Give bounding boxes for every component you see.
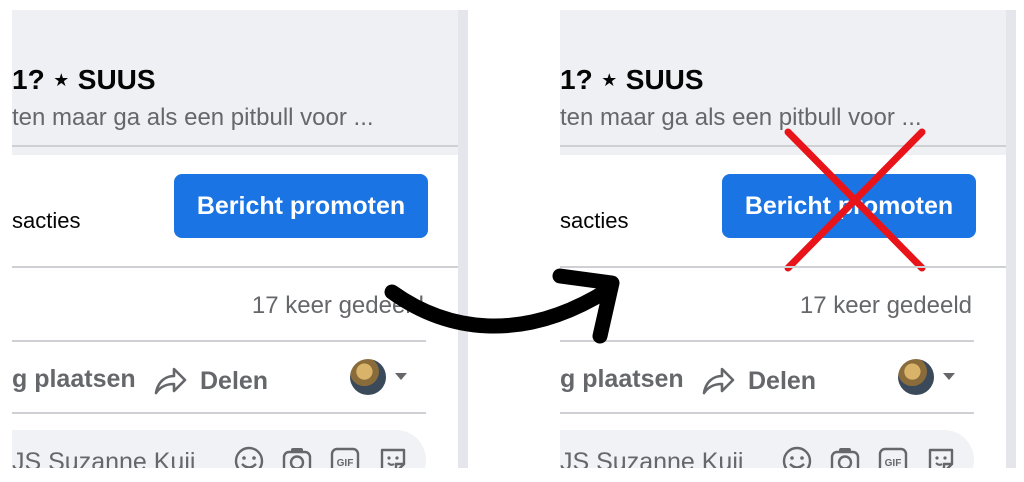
curved-arrow-icon bbox=[384, 268, 620, 344]
